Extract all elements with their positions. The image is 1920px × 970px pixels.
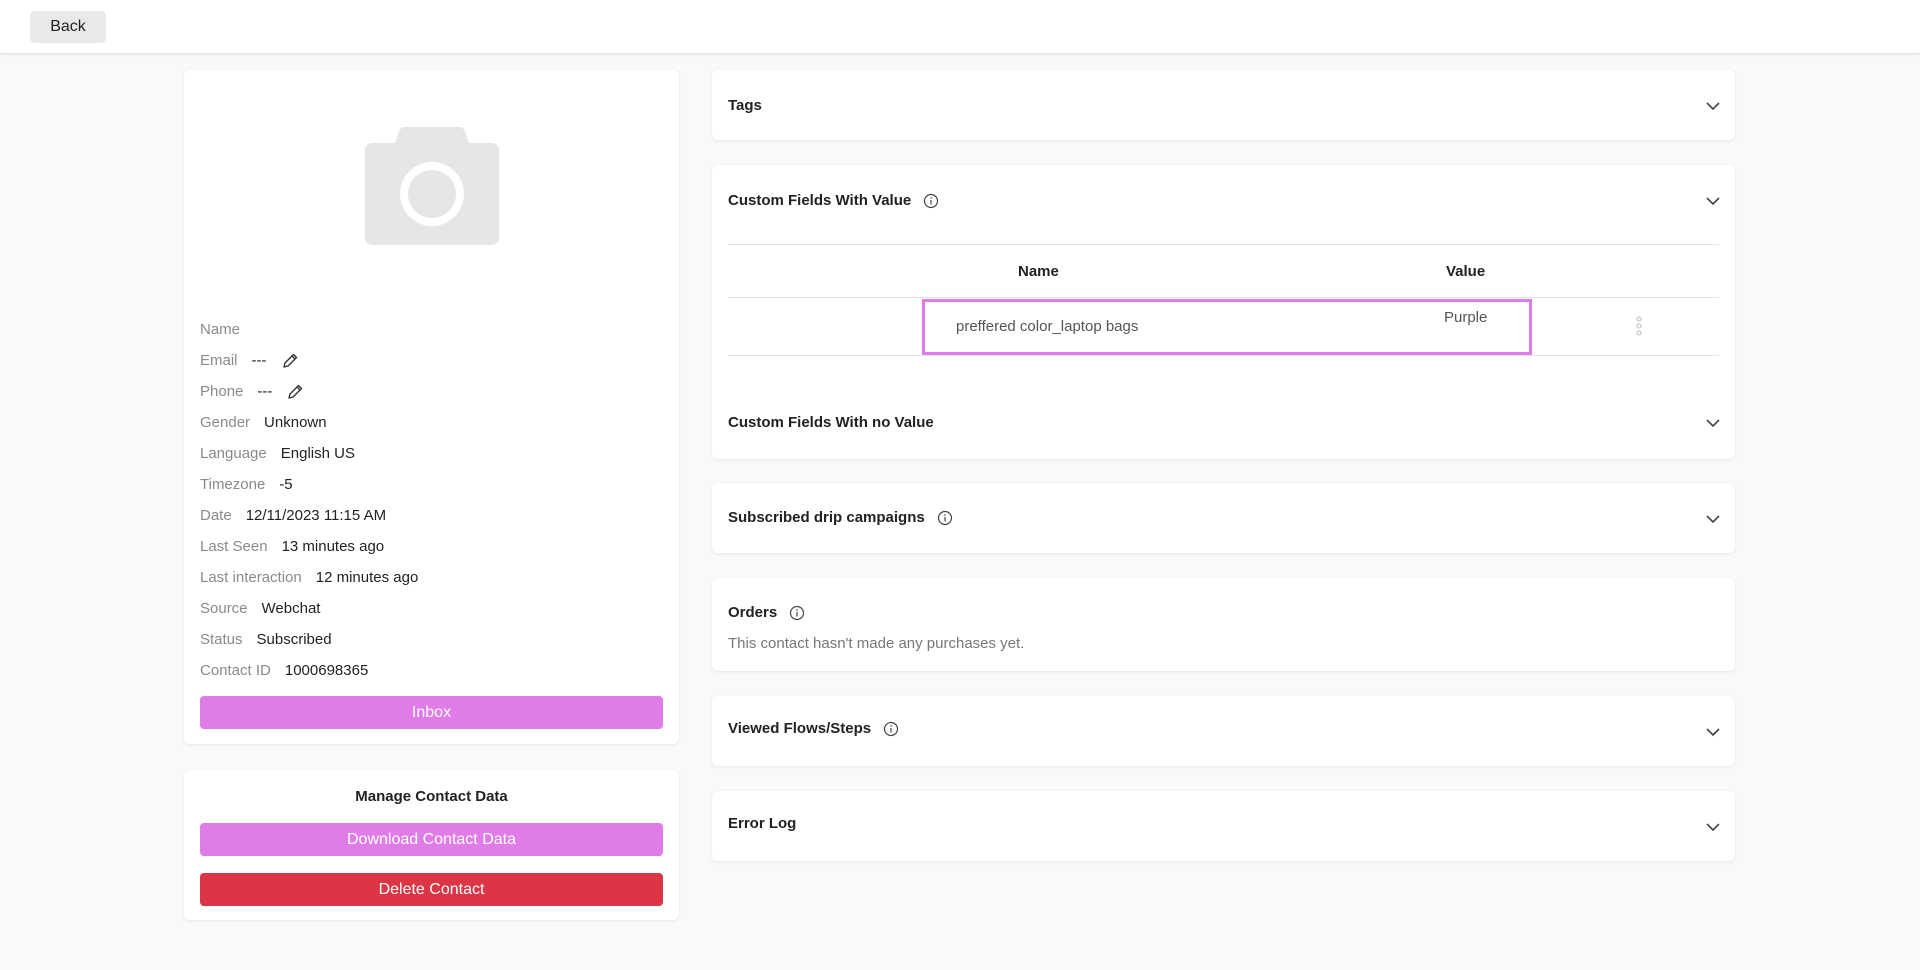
field-value: -5: [279, 476, 293, 493]
pencil-icon[interactable]: [286, 383, 304, 401]
info-circle-icon[interactable]: [937, 510, 953, 526]
field-status: Status Subscribed: [200, 624, 663, 655]
contact-profile-card: Name Email --- Phone --- Gender Unknown …: [184, 70, 679, 744]
contact-fields: Name Email --- Phone --- Gender Unknown …: [200, 314, 663, 686]
custom-fields-section: Custom Fields With Value Name Value pref…: [712, 165, 1735, 459]
drip-campaigns-section[interactable]: Subscribed drip campaigns: [712, 483, 1735, 553]
table-row[interactable]: preffered color_laptop bags Purple: [728, 298, 1719, 356]
field-value: 12/11/2023 11:15 AM: [245, 507, 387, 524]
field-timezone: Timezone -5: [200, 469, 663, 500]
chevron-down-icon[interactable]: [1705, 724, 1721, 740]
chevron-down-icon[interactable]: [1705, 819, 1721, 835]
orders-empty-text: This contact hasn't made any purchases y…: [728, 635, 1025, 652]
info-circle-icon[interactable]: [883, 721, 899, 737]
field-phone: Phone ---: [200, 376, 663, 407]
field-value: 12 minutes ago: [315, 569, 419, 586]
section-title: Orders: [728, 604, 805, 621]
info-circle-icon[interactable]: [789, 605, 805, 621]
manage-contact-data-card: Manage Contact Data Download Contact Dat…: [184, 770, 679, 920]
field-contact-id: Contact ID 1000698365: [200, 655, 663, 686]
vertical-dots-icon[interactable]: [1634, 314, 1644, 338]
field-label: Status: [200, 631, 243, 648]
field-value: 13 minutes ago: [281, 538, 385, 555]
column-header-name: Name: [1018, 263, 1059, 280]
pencil-icon[interactable]: [281, 352, 299, 370]
top-bar: Back: [0, 0, 1920, 54]
field-date: Date 12/11/2023 11:15 AM: [200, 500, 663, 531]
field-label: Last Seen: [200, 538, 268, 555]
orders-section: Orders This contact hasn't made any purc…: [712, 578, 1735, 671]
field-label: Email: [200, 352, 238, 369]
field-value: Subscribed: [256, 631, 332, 648]
camera-placeholder-icon: [365, 127, 499, 245]
section-title-text: Custom Fields With no Value: [728, 414, 934, 431]
field-name: Name: [200, 314, 663, 345]
section-title-text: Orders: [728, 604, 778, 621]
chevron-down-icon[interactable]: [1705, 98, 1721, 114]
field-gender: Gender Unknown: [200, 407, 663, 438]
tags-section[interactable]: Tags: [712, 70, 1735, 140]
section-title-text: Subscribed drip campaigns: [728, 509, 925, 526]
field-value: English US: [280, 445, 355, 462]
custom-field-value: Purple: [1444, 309, 1488, 326]
field-label: Timezone: [200, 476, 266, 493]
section-title: Tags: [728, 97, 762, 114]
manage-contact-data-title: Manage Contact Data: [355, 788, 508, 805]
section-title: Subscribed drip campaigns: [728, 509, 953, 526]
field-email: Email ---: [200, 345, 663, 376]
custom-field-name: preffered color_laptop bags: [956, 318, 1139, 335]
field-label: Date: [200, 507, 232, 524]
chevron-down-icon[interactable]: [1705, 511, 1721, 527]
field-language: Language English US: [200, 438, 663, 469]
field-value: Webchat: [261, 600, 321, 617]
table-header: Name Value: [728, 245, 1719, 298]
section-title-text: Error Log: [728, 815, 797, 832]
column-header-value: Value: [1446, 263, 1486, 280]
field-value: ---: [257, 383, 273, 400]
field-last-seen: Last Seen 13 minutes ago: [200, 531, 663, 562]
field-value: 1000698365: [284, 662, 369, 679]
section-title: Error Log: [728, 815, 796, 832]
field-label: Language: [200, 445, 267, 462]
section-title-text: Tags: [728, 97, 762, 114]
field-label: Last interaction: [200, 569, 302, 586]
custom-fields-table: Name Value preffered color_laptop bags P…: [728, 244, 1719, 356]
error-log-section[interactable]: Error Log: [712, 791, 1735, 861]
info-circle-icon[interactable]: [923, 193, 939, 209]
field-value: ---: [251, 352, 267, 369]
section-title: Viewed Flows/Steps: [728, 720, 899, 737]
delete-contact-button[interactable]: Delete Contact: [200, 873, 663, 906]
section-title[interactable]: Custom Fields With no Value: [728, 414, 934, 431]
section-title-text: Viewed Flows/Steps: [728, 720, 872, 737]
field-label: Phone: [200, 383, 244, 400]
chevron-down-icon[interactable]: [1705, 415, 1721, 431]
field-value: Unknown: [264, 414, 327, 431]
field-label: Source: [200, 600, 248, 617]
section-title-text: Custom Fields With Value: [728, 192, 912, 209]
section-title[interactable]: Custom Fields With Value: [728, 192, 939, 209]
field-label: Contact ID: [200, 662, 271, 679]
field-label: Name: [200, 321, 241, 338]
chevron-down-icon[interactable]: [1705, 193, 1721, 209]
field-source: Source Webchat: [200, 593, 663, 624]
field-last-interaction: Last interaction 12 minutes ago: [200, 562, 663, 593]
back-button[interactable]: Back: [30, 11, 106, 43]
inbox-button[interactable]: Inbox: [200, 696, 663, 729]
viewed-flows-section[interactable]: Viewed Flows/Steps: [712, 696, 1735, 766]
download-contact-data-button[interactable]: Download Contact Data: [200, 823, 663, 856]
field-label: Gender: [200, 414, 251, 431]
